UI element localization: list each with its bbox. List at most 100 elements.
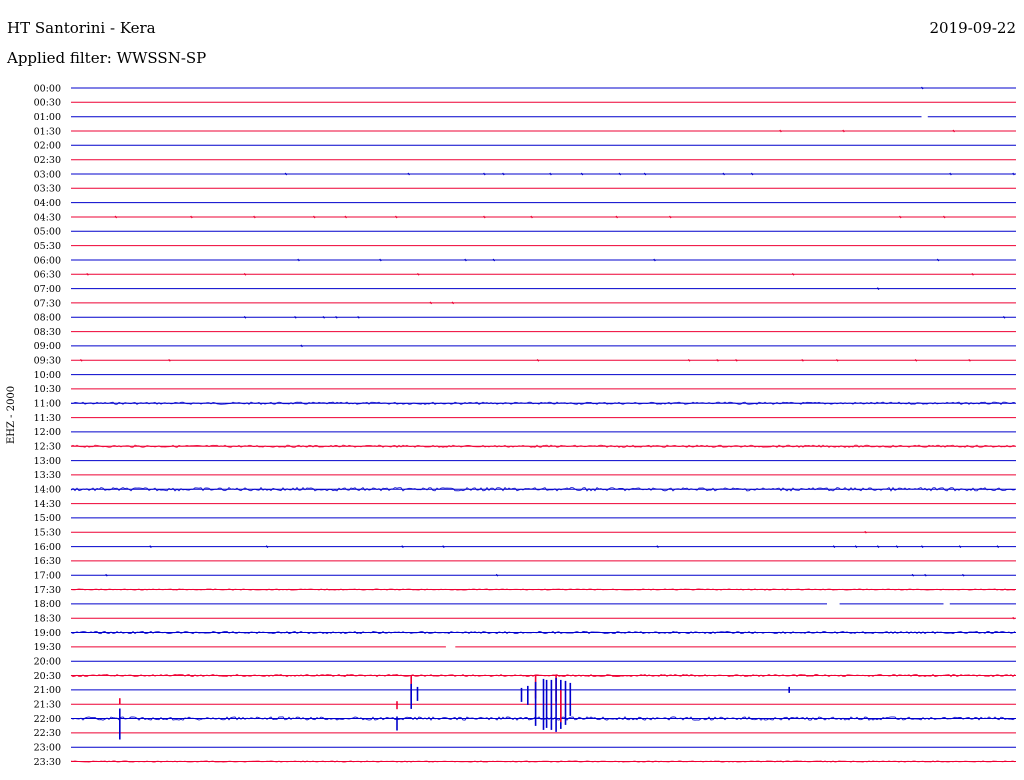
trace-speck — [168, 358, 171, 362]
trace-speck — [464, 258, 467, 262]
time-tick-label: 04:00 — [34, 198, 61, 209]
trace-speck — [911, 573, 915, 577]
trace-speck — [962, 573, 965, 577]
trace-speck — [687, 358, 691, 362]
time-tick-label: 22:00 — [34, 714, 61, 725]
time-tick-label: 06:30 — [34, 270, 61, 281]
time-tick-label: 19:30 — [34, 642, 61, 653]
time-tick-label: 10:00 — [34, 370, 61, 381]
time-tick-label: 21:00 — [34, 685, 61, 696]
trace-speck — [669, 215, 672, 219]
time-tick-label: 19:00 — [34, 628, 61, 639]
time-tick-label: 18:00 — [34, 599, 61, 610]
time-tick-label: 11:00 — [34, 399, 61, 410]
trace-speck — [936, 258, 940, 262]
trace-speck — [854, 545, 858, 548]
trace-speck — [407, 172, 410, 176]
trace-speck — [899, 215, 902, 219]
trace-speck — [836, 358, 839, 362]
trace-speck — [791, 272, 795, 276]
trace-speck — [779, 129, 782, 133]
trace-speck — [105, 573, 108, 577]
trace-speck — [284, 172, 288, 176]
time-tick-label: 13:00 — [34, 456, 61, 467]
trace-speck — [114, 215, 118, 219]
time-tick-label: 16:30 — [34, 556, 61, 567]
trace-speck — [864, 530, 867, 534]
trace-speck — [536, 358, 540, 362]
trace-speck — [429, 301, 433, 305]
trace-speck — [265, 545, 269, 548]
trace-speck — [442, 545, 445, 548]
time-tick-label: 08:00 — [34, 313, 61, 324]
time-tick-label: 20:00 — [34, 657, 61, 668]
time-tick-label: 12:00 — [34, 427, 61, 438]
trace-speck — [921, 86, 924, 90]
time-tick-label: 16:00 — [34, 542, 61, 553]
time-tick-label: 06:00 — [34, 255, 61, 266]
trace-speck — [80, 358, 83, 362]
time-tick-label: 05:00 — [34, 227, 61, 238]
trace-speck — [300, 344, 303, 348]
trace-speck — [253, 215, 256, 219]
trace-speck — [921, 545, 924, 548]
trace-speck — [615, 215, 618, 219]
trace-speck — [401, 545, 404, 548]
helicorder-plot: 00:00 00:30 01:00 01:30 02:00 02:30 03:00 03:30… — [34, 83, 1016, 768]
trace-speck — [968, 358, 971, 362]
trace-speck — [958, 545, 962, 548]
time-tick-label: 09:30 — [34, 356, 61, 367]
trace-speck — [495, 573, 499, 577]
time-tick-label: 15:00 — [34, 513, 61, 524]
time-tick-label: 17:30 — [34, 585, 61, 596]
time-tick-label: 01:00 — [34, 112, 61, 123]
time-tick-label: 03:30 — [34, 184, 61, 195]
trace-speck — [1012, 616, 1015, 620]
trace-speck — [297, 258, 300, 262]
trace-speck — [335, 315, 338, 319]
trace-speck — [943, 215, 946, 219]
trace-speck — [876, 545, 880, 548]
trace-speck — [842, 129, 845, 133]
time-tick-label: 07:00 — [34, 284, 61, 295]
time-tick-label: 14:00 — [34, 485, 61, 496]
trace-speck — [243, 315, 247, 319]
trace-speck — [1002, 315, 1006, 319]
time-tick-label: 21:30 — [34, 700, 61, 711]
trace-speck — [722, 172, 725, 176]
time-tick-label: 05:30 — [34, 241, 61, 252]
trace-speck — [379, 258, 382, 262]
trace-layer — [70, 86, 1016, 763]
trace-speck — [924, 573, 927, 577]
time-label-layer: 00:00 00:30 01:00 01:30 02:00 02:30 03:00 03:30… — [34, 83, 61, 767]
trace-speck — [716, 358, 719, 362]
time-tick-label: 17:00 — [34, 571, 61, 582]
time-tick-label: 20:30 — [34, 671, 61, 682]
trace-speck — [395, 215, 398, 219]
trace-speck — [322, 315, 325, 319]
time-tick-label: 02:30 — [34, 155, 61, 166]
trace-speck — [832, 545, 836, 548]
time-tick-label: 11:30 — [34, 413, 61, 424]
trace-speck — [580, 172, 584, 176]
trace-speck — [653, 258, 656, 262]
trace-speck — [86, 272, 89, 276]
trace-speck — [502, 172, 505, 176]
trace-speck — [801, 358, 804, 362]
time-tick-label: 09:00 — [34, 341, 61, 352]
trace-speck — [451, 301, 455, 305]
trace-speck — [190, 215, 193, 219]
trace-speck — [294, 315, 297, 319]
trace-speck — [656, 545, 659, 548]
trace-speck — [876, 287, 880, 290]
trace-speck — [243, 272, 247, 276]
trace-speck — [952, 129, 955, 133]
trace-speck — [549, 172, 552, 176]
time-tick-label: 14:30 — [34, 499, 61, 510]
trace-speck — [735, 358, 738, 362]
time-tick-label: 10:30 — [34, 384, 61, 395]
trace-speck — [1012, 172, 1015, 176]
time-tick-label: 02:00 — [34, 141, 61, 152]
trace-speck — [971, 272, 974, 276]
trace-speck — [483, 172, 486, 176]
